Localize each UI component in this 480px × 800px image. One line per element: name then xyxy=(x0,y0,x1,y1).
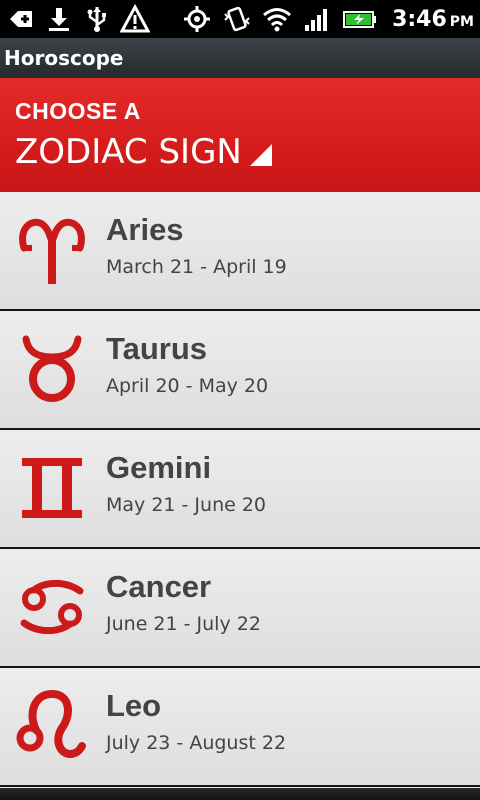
vibrate-icon xyxy=(222,4,252,34)
download-icon xyxy=(44,4,74,34)
app-title: Horoscope xyxy=(4,46,124,70)
signal-icon xyxy=(302,4,332,34)
wifi-icon xyxy=(262,4,292,34)
time-ampm: PM xyxy=(449,13,474,30)
list-item-cancer[interactable]: Cancer June 21 - July 22 xyxy=(0,549,480,668)
sign-dates: March 21 - April 19 xyxy=(106,256,287,278)
header-title-text: ZODIAC SIGN xyxy=(15,132,242,172)
sign-name: Taurus xyxy=(106,331,208,366)
leo-icon xyxy=(14,688,90,764)
sign-dates: April 20 - May 20 xyxy=(106,375,269,397)
list-bottom-edge xyxy=(0,788,480,800)
sign-name: Aries xyxy=(106,212,184,247)
usb-icon xyxy=(82,4,112,34)
battery-charging-icon xyxy=(342,4,378,34)
header-title[interactable]: ZODIAC SIGN xyxy=(15,132,272,172)
app-title-bar: Horoscope xyxy=(0,38,480,78)
status-time: 3:46 PM xyxy=(392,7,474,32)
list-item-aries[interactable]: Aries March 21 - April 19 xyxy=(0,192,480,311)
dropdown-triangle-icon[interactable] xyxy=(249,144,272,166)
sign-name: Gemini xyxy=(106,450,212,485)
sign-name: Cancer xyxy=(106,569,212,604)
zodiac-sign-selector[interactable]: CHOOSE A ZODIAC SIGN xyxy=(0,78,480,192)
gemini-icon xyxy=(14,450,90,526)
status-bar: 3:46 PM xyxy=(0,0,480,38)
status-right: 3:46 PM xyxy=(182,4,474,34)
taurus-icon xyxy=(14,331,90,407)
status-left xyxy=(6,4,150,34)
notification-plus-icon xyxy=(6,4,36,34)
sign-dates: June 21 - July 22 xyxy=(106,613,261,635)
time-value: 3:46 xyxy=(392,6,447,32)
warning-icon xyxy=(120,4,150,34)
list-item-gemini[interactable]: Gemini May 21 - June 20 xyxy=(0,430,480,549)
sign-dates: July 23 - August 22 xyxy=(106,732,287,754)
header-subtitle: CHOOSE A xyxy=(15,98,141,124)
zodiac-list: Aries March 21 - April 19 Taurus April 2… xyxy=(0,192,480,787)
cancer-icon xyxy=(14,569,90,645)
list-item-leo[interactable]: Leo July 23 - August 22 xyxy=(0,668,480,787)
sign-name: Leo xyxy=(106,688,162,723)
gps-icon xyxy=(182,4,212,34)
list-item-taurus[interactable]: Taurus April 20 - May 20 xyxy=(0,311,480,430)
aries-icon xyxy=(14,212,90,288)
sign-dates: May 21 - June 20 xyxy=(106,494,267,516)
